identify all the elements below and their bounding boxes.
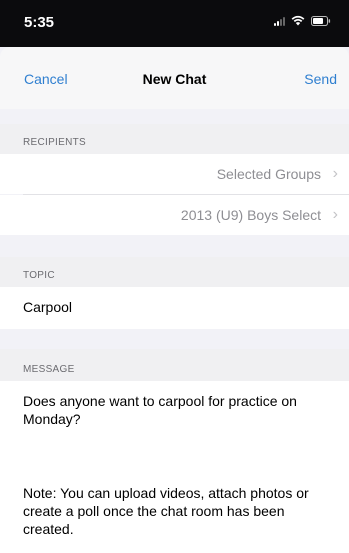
status-bar: 5:35 bbox=[0, 0, 349, 47]
message-header-label: MESSAGE bbox=[23, 364, 75, 375]
topic-section-header: TOPIC bbox=[0, 257, 349, 287]
topic-field[interactable]: Carpool bbox=[0, 287, 349, 329]
chevron-right-icon: › bbox=[332, 206, 338, 223]
topic-header-label: TOPIC bbox=[23, 270, 55, 281]
recipients-row-group[interactable]: 2013 (U9) Boys Select › bbox=[0, 195, 349, 235]
recipients-row-label: Selected Groups bbox=[216, 166, 321, 182]
nav-bar: Cancel New Chat Send bbox=[0, 47, 349, 109]
status-time: 5:35 bbox=[24, 14, 55, 31]
recipients-row-selected-groups[interactable]: Selected Groups › bbox=[0, 154, 349, 194]
status-icons bbox=[274, 15, 331, 26]
chevron-right-icon: › bbox=[332, 165, 338, 182]
page-title: New Chat bbox=[142, 71, 207, 87]
recipients-header-label: RECIPIENTS bbox=[23, 137, 87, 148]
recipients-row-label: 2013 (U9) Boys Select bbox=[180, 207, 321, 223]
send-button[interactable]: Send bbox=[304, 71, 337, 87]
wifi-icon bbox=[291, 15, 305, 26]
note-text: Note: You can upload videos, attach phot… bbox=[23, 485, 309, 537]
topic-input[interactable]: Carpool bbox=[23, 299, 72, 315]
message-textarea[interactable]: Does anyone want to carpool for practice… bbox=[23, 392, 333, 428]
message-field[interactable]: Does anyone want to carpool for practice… bbox=[0, 381, 349, 469]
signal-icon bbox=[274, 15, 285, 26]
message-section-header: MESSAGE bbox=[0, 349, 349, 381]
battery-icon bbox=[311, 16, 331, 26]
recipients-section-header: RECIPIENTS bbox=[0, 124, 349, 154]
note-panel: Note: You can upload videos, attach phot… bbox=[0, 469, 349, 553]
